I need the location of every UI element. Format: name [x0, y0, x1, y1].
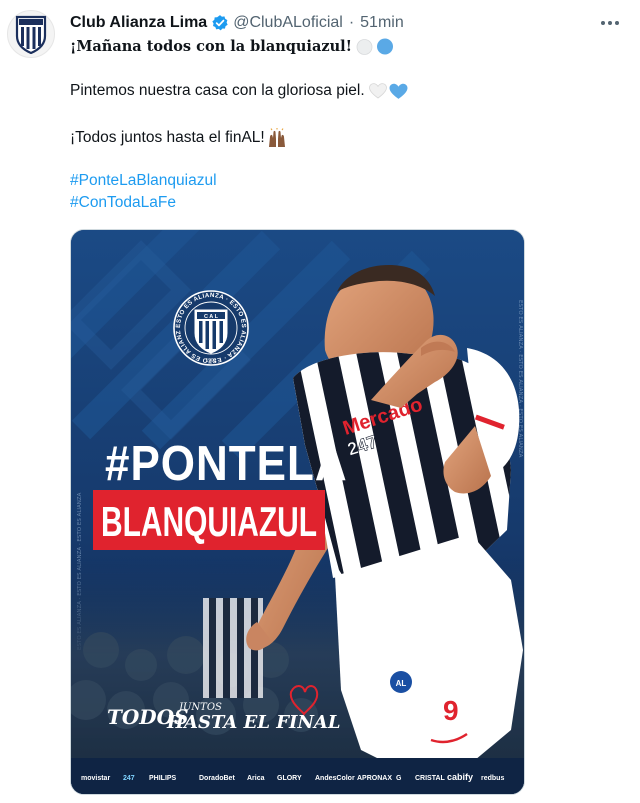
tweet-text-1: ¡Mañana todos con la blanquiazul!: [70, 38, 352, 55]
sponsor-12: redbus: [481, 775, 504, 782]
tweet-header: Club Alianza Lima @ClubALoficial · 51min: [70, 12, 404, 34]
svg-text:AL: AL: [396, 679, 407, 688]
tagline-3: HASTA EL FINAL: [166, 712, 341, 733]
sponsor-10: CRISTAL: [415, 775, 446, 782]
sponsor-11: cabify: [447, 772, 473, 782]
sponsor-1: movistar: [81, 775, 110, 782]
hashtag-link-1[interactable]: #PonteLaBlanquiazul: [70, 172, 217, 190]
headline-bottom: BLANQUIAZUL: [101, 498, 317, 545]
author-handle[interactable]: @ClubALoficial: [233, 14, 343, 32]
white-heart-emoji: [368, 83, 387, 99]
raised-hands-emoji: [267, 128, 287, 148]
separator-dot: ·: [348, 14, 355, 31]
verified-badge-icon[interactable]: [211, 14, 229, 32]
crest-letters: C A L: [204, 314, 219, 320]
sponsor-6: GLORY: [277, 775, 302, 782]
club-crest-icon: [15, 15, 47, 54]
shorts-number: 9: [443, 695, 459, 726]
sponsor-7: AndesColor: [315, 775, 355, 782]
sponsor-9: G: [396, 775, 402, 782]
blue-heart-emoji: [389, 83, 408, 100]
headline: #PONTELA BLANQUIAZUL: [93, 435, 348, 550]
sponsor-bar: movistar 247 PHILIPS DoradoBet Arica GLO…: [71, 758, 524, 794]
blue-circle-emoji: [376, 38, 394, 55]
headline-top: #PONTELA: [105, 435, 348, 490]
tweet-line-3: ¡Todos juntos hasta el finAL!: [70, 128, 287, 148]
sponsor-2: 247: [123, 775, 135, 782]
timestamp[interactable]: 51min: [360, 14, 404, 32]
crest-year: 1901: [205, 358, 216, 364]
tweet-media-image[interactable]: ESTO ES ALIANZA · ESTO ES ALIANZA · ESTO…: [70, 229, 525, 795]
tweet-card[interactable]: Club Alianza Lima @ClubALoficial · 51min…: [0, 0, 640, 803]
hashtag-link-2[interactable]: #ConTodaLaFe: [70, 194, 176, 212]
white-circle-emoji: [356, 38, 373, 55]
sponsor-8: APRONAX: [357, 775, 392, 782]
poster-graphic: ESTO ES ALIANZA · ESTO ES ALIANZA · ESTO…: [71, 230, 524, 794]
tweet-text-2: Pintemos nuestra casa con la gloriosa pi…: [70, 82, 365, 99]
tweet-text-3: ¡Todos juntos hasta el finAL!: [70, 129, 265, 146]
sponsor-4: DoradoBet: [199, 775, 235, 782]
author-name[interactable]: Club Alianza Lima: [70, 14, 207, 32]
avatar[interactable]: [7, 10, 55, 58]
tweet-line-2: Pintemos nuestra casa con la gloriosa pi…: [70, 82, 408, 100]
tweet-line-1: ¡Mañana todos con la blanquiazul!: [70, 38, 394, 55]
sponsor-3: PHILIPS: [149, 775, 177, 782]
more-options-icon[interactable]: [596, 10, 624, 36]
sponsor-5: Arica: [247, 775, 265, 782]
